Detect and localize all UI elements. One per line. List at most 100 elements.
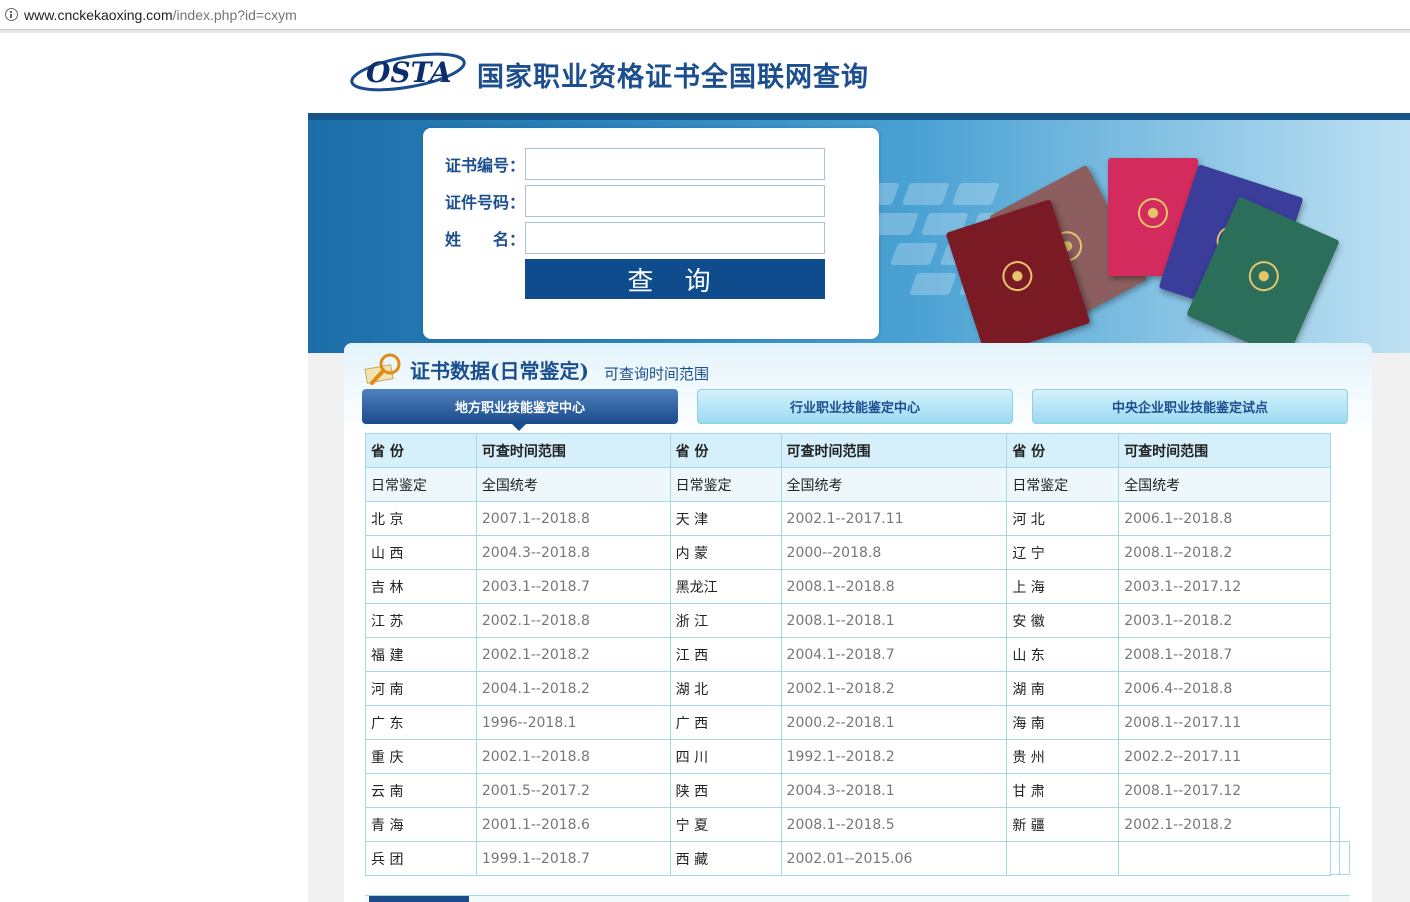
bottom-tab-active[interactable]	[369, 896, 469, 902]
tab-local-center[interactable]: 地方职业技能鉴定中心	[362, 389, 678, 431]
bottom-tab-bar	[365, 895, 1350, 902]
header-cell: 日常鉴定	[365, 467, 477, 502]
range-cell: 2008.1--2017.11	[1118, 705, 1331, 740]
province-cell: 青 海	[365, 807, 477, 842]
province-cell: 新 疆	[1006, 807, 1120, 842]
range-cell: 2003.1--2018.7	[475, 569, 671, 604]
table-sub-row: 日常鉴定 全国统考 日常鉴定 全国统考 日常鉴定 全国统考	[365, 467, 1331, 502]
table-row: 重 庆 2002.1--2018.8 四 川 1992.1--2018.2 贵 州 200…	[365, 739, 1331, 774]
province-cell: 陕 西	[669, 773, 782, 808]
province-cell: 广 西	[669, 705, 782, 740]
range-cell: 2002.1--2018.8	[475, 739, 671, 774]
content-panel: 证书数据(日常鉴定) 可查询时间范围 地方职业技能鉴定中心 行业职业技能鉴定中心…	[344, 343, 1372, 902]
range-cell: 2008.1--2018.8	[780, 569, 1008, 604]
table-head-row: 省 份可查时间范围省 份可查时间范围省 份可查时间范围	[365, 433, 1331, 468]
range-cell: 2004.3--2018.8	[475, 535, 671, 570]
province-cell: 宁 夏	[669, 807, 782, 842]
range-cell: 2008.1--2018.7	[1118, 637, 1331, 672]
range-cell: 2003.1--2017.12	[1118, 569, 1331, 604]
province-cell: 福 建	[365, 637, 477, 672]
id-no-label: 证件号码：	[445, 193, 526, 212]
section-subtitle: 可查询时间范围	[604, 365, 710, 383]
tab-central-enterprise[interactable]: 中央企业职业技能鉴定试点	[1032, 389, 1348, 424]
page-margin-left	[308, 350, 344, 902]
header-cell: 全国统考	[1118, 467, 1331, 502]
province-cell: 安 徽	[1006, 603, 1120, 638]
range-cell: 2002.2--2017.11	[1118, 739, 1331, 774]
range-cell: 2006.4--2018.8	[1118, 671, 1331, 706]
emblem-icon	[998, 257, 1037, 295]
tab-industry-center[interactable]: 行业职业技能鉴定中心	[697, 389, 1013, 424]
id-no-input[interactable]	[525, 185, 825, 217]
emblem-icon	[1138, 198, 1168, 228]
table-row: 云 南 2001.5--2017.2 陕 西 2004.3--2018.1 甘 肃 200…	[365, 773, 1331, 808]
cert-no-row: 证书编号：	[445, 148, 865, 180]
range-cell: 2008.1--2017.12	[1118, 773, 1331, 808]
province-cell: 辽 宁	[1006, 535, 1120, 570]
range-cell: 2004.1--2018.7	[780, 637, 1008, 672]
range-cell: 2007.1--2018.8	[475, 501, 671, 536]
header-cell: 可查时间范围	[1118, 433, 1331, 468]
province-cell: 兵 团	[365, 841, 477, 876]
osta-logo: OSTA	[350, 52, 466, 92]
table-row: 江 苏 2002.1--2018.8 浙 江 2008.1--2018.1 安 徽 200…	[365, 603, 1331, 638]
header-cell: 全国统考	[475, 467, 671, 502]
emblem-icon	[1244, 256, 1284, 296]
header-cell: 全国统考	[780, 467, 1008, 502]
info-icon[interactable]	[5, 8, 18, 21]
query-form: 证书编号： 证件号码： 姓 名： 查 询	[423, 128, 879, 339]
province-cell: 西 藏	[669, 841, 782, 876]
query-range-table: 省 份可查时间范围省 份可查时间范围省 份可查时间范围 日常鉴定 全国统考 日常鉴定全…	[365, 433, 1331, 876]
header-cell: 日常鉴定	[1006, 467, 1120, 502]
table-row: 吉 林 2003.1--2018.7 黑龙江 2008.1--2018.8 上 海 200…	[365, 569, 1331, 604]
province-cell: 甘 肃	[1006, 773, 1120, 808]
site-title: 国家职业资格证书全国联网查询	[477, 62, 869, 93]
id-no-row: 证件号码：	[445, 185, 865, 217]
range-cell: 2003.1--2018.2	[1118, 603, 1331, 638]
province-cell: 海 南	[1006, 705, 1120, 740]
cert-no-input[interactable]	[525, 148, 825, 180]
range-cell	[1118, 841, 1331, 876]
province-cell: 山 东	[1006, 637, 1120, 672]
range-cell: 1992.1--2018.2	[780, 739, 1008, 774]
province-cell: 上 海	[1006, 569, 1120, 604]
range-cell: 2002.1--2018.2	[475, 637, 671, 672]
table-row: 北 京 2007.1--2018.8 天 津 2002.1--2017.11 河 北 20…	[365, 501, 1331, 536]
url-host: www.cnckekaoxing.com	[24, 6, 173, 23]
province-cell: 浙 江	[669, 603, 782, 638]
range-cell: 2008.1--2018.5	[780, 807, 1008, 842]
banner-stripe	[308, 113, 1410, 120]
range-cell: 2002.1--2018.2	[1118, 807, 1331, 842]
header-cell: 省 份	[365, 433, 477, 468]
province-cell: 黑龙江	[669, 569, 782, 604]
cert-no-label: 证书编号：	[445, 156, 526, 175]
range-cell: 2002.01--2015.06	[780, 841, 1008, 876]
url-text: www.cnckekaoxing.com/index.php?id=cxym	[24, 7, 297, 23]
range-cell: 2004.1--2018.2	[475, 671, 671, 706]
table-row: 广 东 1996--2018.1 广 西 2000.2--2018.1 海 南 2008.…	[365, 705, 1331, 740]
province-cell: 内 蒙	[669, 535, 782, 570]
toolbar-divider	[0, 30, 1410, 33]
province-cell: 广 东	[365, 705, 477, 740]
name-input[interactable]	[525, 222, 825, 254]
query-button[interactable]: 查 询	[525, 259, 825, 299]
address-bar[interactable]: www.cnckekaoxing.com/index.php?id=cxym	[0, 0, 1410, 30]
range-cell: 2002.1--2018.8	[475, 603, 671, 638]
province-cell: 山 西	[365, 535, 477, 570]
province-cell	[1006, 841, 1120, 876]
province-cell: 江 西	[669, 637, 782, 672]
range-cell: 2002.1--2018.2	[780, 671, 1008, 706]
range-cell: 2000.2--2018.1	[780, 705, 1008, 740]
range-cell: 2006.1--2018.8	[1118, 501, 1331, 536]
logo-text: OSTA	[366, 56, 452, 89]
province-cell: 湖 南	[1006, 671, 1120, 706]
name-label: 姓 名：	[445, 230, 526, 249]
province-cell: 河 北	[1006, 501, 1120, 536]
province-cell: 天 津	[669, 501, 782, 536]
magnifier-certificate-icon	[364, 353, 401, 385]
province-cell: 吉 林	[365, 569, 477, 604]
header-cell: 可查时间范围	[780, 433, 1008, 468]
range-cell: 1996--2018.1	[475, 705, 671, 740]
province-cell: 江 苏	[365, 603, 477, 638]
url-path: /index.php?id=cxym	[172, 6, 297, 23]
